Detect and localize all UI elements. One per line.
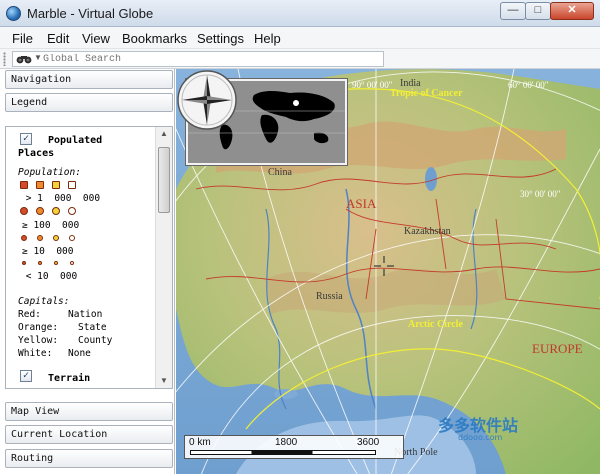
capital-color-orange: Orange: (18, 322, 59, 333)
population-symbol-red-tiny-dot (22, 261, 26, 265)
minimize-button[interactable]: — (500, 2, 526, 20)
population-symbol-yellow-circle (52, 207, 60, 215)
globe-map-view[interactable]: 90° 00' 00" India Tropic of Cancer 60° 0… (176, 69, 600, 474)
legend-panel-header[interactable]: Legend (5, 93, 173, 112)
left-sidebar: Navigation Legend ✓ Populated Places Pop… (0, 69, 175, 474)
scale-label-start: 0 km (189, 437, 211, 448)
window-title: Marble - Virtual Globe (27, 6, 154, 21)
populated-places-title-line1: Populated (48, 135, 103, 146)
search-toolbar: ▼ (0, 49, 600, 69)
legend-scroll-thumb[interactable] (158, 147, 170, 213)
routing-panel-header[interactable]: Routing (5, 449, 173, 468)
population-symbol-red-square (20, 181, 28, 189)
global-search-input[interactable] (43, 53, 373, 65)
legend-content-box: ✓ Populated Places Population: > 1 000 0… (5, 126, 173, 389)
menu-file[interactable]: File (12, 31, 33, 46)
populated-places-checkbox[interactable]: ✓ (20, 133, 32, 145)
population-symbol-red-circle (20, 207, 28, 215)
menu-settings[interactable]: Settings (197, 31, 244, 46)
title-bar: Marble - Virtual Globe — □ ✕ (0, 0, 600, 27)
population-symbol-white-circle (68, 207, 76, 215)
population-symbol-white-tiny-dot (70, 261, 74, 265)
population-row-3: ≥ 10 000 (22, 246, 74, 257)
capital-color-red: Red: (18, 309, 41, 320)
scroll-down-arrow-icon[interactable]: ▼ (158, 376, 170, 388)
navigation-panel-header[interactable]: Navigation (5, 70, 173, 89)
legend-scrollbar[interactable]: ▲ ▼ (155, 127, 172, 388)
population-row-2: ≥ 100 000 (22, 220, 80, 231)
capital-meaning-none: None (68, 348, 91, 359)
population-symbol-orange-square (36, 181, 44, 189)
capitals-label: Capitals: (18, 296, 70, 307)
population-symbol-orange-dot (37, 235, 43, 241)
binoculars-icon (16, 56, 32, 64)
map-label-kazakhstan: Kazakhstan (404, 226, 451, 237)
population-row-1: > 1 000 000 (20, 193, 101, 204)
close-button[interactable]: ✕ (550, 2, 594, 20)
graticule-label-30: 30° 00' 00" (520, 189, 561, 199)
populated-places-title-line2: Places (18, 148, 55, 159)
map-scale-bar: 0 km 1800 3600 (184, 435, 404, 459)
capital-color-white: White: (18, 348, 53, 359)
map-label-china: China (268, 167, 292, 178)
population-symbol-red-dot (21, 235, 27, 241)
map-label-europe: EUROPE (532, 341, 583, 356)
compass-rose-icon[interactable] (176, 69, 238, 131)
capital-meaning-state: State (78, 322, 107, 333)
population-symbol-orange-tiny-dot (38, 261, 42, 265)
search-dropdown-arrow-icon[interactable]: ▼ (34, 53, 42, 62)
population-symbol-yellow-tiny-dot (54, 261, 58, 265)
population-symbol-yellow-dot (53, 235, 59, 241)
map-label-asia: ASIA (346, 196, 377, 211)
map-view-panel-header[interactable]: Map View (5, 402, 173, 421)
population-symbol-white-dot (69, 235, 75, 241)
menu-view[interactable]: View (82, 31, 110, 46)
scale-bar-graphic (190, 450, 376, 455)
scale-label-end: 3600 (357, 437, 380, 448)
map-label-tropic-of-cancer: Tropic of Cancer (390, 88, 463, 99)
menu-help[interactable]: Help (254, 31, 281, 46)
marble-globe-icon (6, 6, 21, 21)
population-symbol-white-square (68, 181, 76, 189)
legend-list: ✓ Populated Places Population: > 1 000 0… (6, 127, 152, 388)
map-label-russia: Russia (316, 291, 343, 302)
terrain-title: Terrain (48, 373, 91, 384)
global-search-box[interactable]: ▼ (12, 51, 384, 67)
capital-color-yellow: Yellow: (18, 335, 59, 346)
population-symbol-yellow-square (52, 181, 60, 189)
capital-meaning-nation: Nation (68, 309, 103, 320)
population-label: Population: (18, 167, 81, 178)
graticule-label-90: 90° 00' 00" (352, 80, 393, 90)
map-label-arctic-circle: Arctic Circle (408, 319, 463, 330)
maximize-button[interactable]: □ (525, 2, 551, 20)
current-location-panel-header[interactable]: Current Location (5, 425, 173, 444)
menu-bar: File Edit View Bookmarks Settings Help (0, 27, 600, 49)
terrain-checkbox[interactable]: ✓ (20, 370, 32, 382)
scale-label-mid: 1800 (275, 437, 298, 448)
menu-edit[interactable]: Edit (47, 31, 69, 46)
population-row-4: < 10 000 (20, 271, 78, 282)
menu-bookmarks[interactable]: Bookmarks (122, 31, 187, 46)
capital-meaning-county: County (78, 335, 113, 346)
lake (274, 389, 298, 399)
graticule-label-60: 60° 00' 00" (508, 80, 549, 90)
scroll-up-arrow-icon[interactable]: ▲ (158, 129, 170, 141)
watermark-subtext: ddooo.com (458, 433, 503, 442)
toolbar-grip-handle[interactable] (3, 52, 6, 66)
population-symbol-orange-circle (36, 207, 44, 215)
